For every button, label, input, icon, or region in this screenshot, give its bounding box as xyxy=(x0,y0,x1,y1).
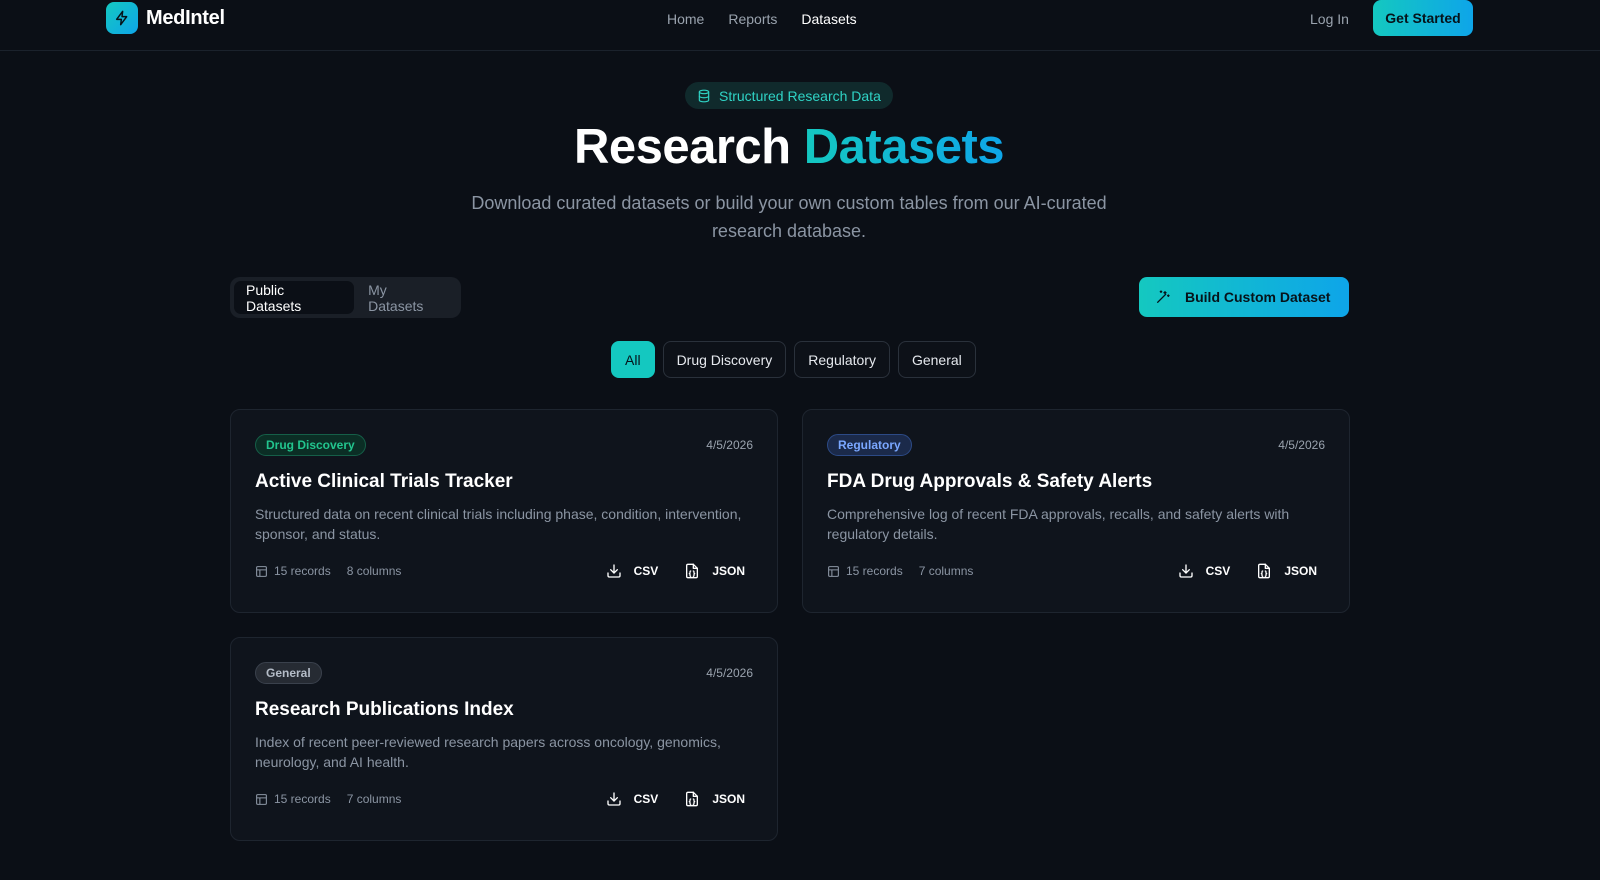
dataset-meta: 15 records 8 columns xyxy=(255,564,401,578)
build-custom-dataset-button[interactable]: Build Custom Dataset xyxy=(1139,277,1349,317)
column-count: 7 columns xyxy=(346,792,402,806)
download-csv-button[interactable]: CSV xyxy=(598,785,667,813)
build-button-label: Build Custom Dataset xyxy=(1185,289,1331,305)
table-icon xyxy=(255,793,268,806)
record-count: 15 records xyxy=(846,564,903,578)
download-json-button[interactable]: JSON xyxy=(676,557,753,585)
dataset-title: Research Publications Index xyxy=(255,699,514,720)
dataset-card[interactable]: General 4/5/2026 Research Publications I… xyxy=(230,637,778,841)
download-actions: CSV JSON xyxy=(598,785,753,813)
nav-reports[interactable]: Reports xyxy=(728,11,777,27)
json-file-icon xyxy=(684,563,700,579)
json-label: JSON xyxy=(712,564,745,578)
dataset-date: 4/5/2026 xyxy=(706,666,753,680)
category-badge: Drug Discovery xyxy=(255,434,366,456)
nav-datasets[interactable]: Datasets xyxy=(801,11,856,27)
json-label: JSON xyxy=(712,792,745,806)
json-file-icon xyxy=(1256,563,1272,579)
dataset-tabs: Public Datasets My Datasets xyxy=(230,277,461,318)
category-filters: All Drug Discovery Regulatory General xyxy=(611,341,976,378)
json-label: JSON xyxy=(1284,564,1317,578)
page-title: Research Datasets xyxy=(0,119,1578,175)
main-nav: Home Reports Datasets xyxy=(667,11,881,27)
logo-text: MedIntel xyxy=(146,6,225,29)
download-actions: CSV JSON xyxy=(1170,557,1325,585)
category-badge: Regulatory xyxy=(827,434,912,456)
column-count: 7 columns xyxy=(918,564,974,578)
filter-drug-discovery[interactable]: Drug Discovery xyxy=(662,341,787,378)
download-actions: CSV JSON xyxy=(598,557,753,585)
login-link[interactable]: Log In xyxy=(1310,11,1349,27)
title-accent: Datasets xyxy=(803,120,1005,174)
pill-label: Structured Research Data xyxy=(719,87,881,104)
dataset-title: FDA Drug Approvals & Safety Alerts xyxy=(827,471,1153,492)
dataset-meta: 15 records 7 columns xyxy=(255,792,401,806)
magic-wand-icon xyxy=(1155,289,1171,305)
tab-my-datasets[interactable]: My Datasets xyxy=(356,281,457,314)
json-file-icon xyxy=(684,791,700,807)
table-icon xyxy=(827,565,840,578)
csv-label: CSV xyxy=(633,564,659,578)
get-started-button[interactable]: Get Started xyxy=(1373,0,1473,36)
download-json-button[interactable]: JSON xyxy=(1248,557,1325,585)
column-count: 8 columns xyxy=(346,564,402,578)
dataset-description: Structured data on recent clinical trial… xyxy=(255,506,742,542)
record-count: 15 records xyxy=(274,792,331,806)
filter-regulatory[interactable]: Regulatory xyxy=(794,341,890,378)
download-json-button[interactable]: JSON xyxy=(676,785,753,813)
csv-label: CSV xyxy=(1205,564,1231,578)
dataset-card[interactable]: Regulatory 4/5/2026 FDA Drug Approvals &… xyxy=(802,409,1350,613)
csv-label: CSV xyxy=(633,792,659,806)
download-csv-button[interactable]: CSV xyxy=(1170,557,1239,585)
lightning-icon xyxy=(106,2,138,34)
category-badge: General xyxy=(255,662,322,684)
dataset-description: Comprehensive log of recent FDA approval… xyxy=(827,506,1290,542)
top-navigation-bar: MedIntel Home Reports Datasets Log In Ge… xyxy=(0,0,1600,51)
nav-home[interactable]: Home xyxy=(667,11,704,27)
download-icon xyxy=(1178,563,1194,579)
dataset-card[interactable]: Drug Discovery 4/5/2026 Active Clinical … xyxy=(230,409,778,613)
dataset-meta: 15 records 7 columns xyxy=(827,564,973,578)
download-icon xyxy=(606,791,622,807)
download-icon xyxy=(606,563,622,579)
title-plain: Research xyxy=(573,120,791,174)
record-count: 15 records xyxy=(274,564,331,578)
page-subtitle: Download curated datasets or build your … xyxy=(471,193,1107,241)
filter-general[interactable]: General xyxy=(897,341,976,378)
dataset-description: Index of recent peer-reviewed research p… xyxy=(255,734,721,770)
download-csv-button[interactable]: CSV xyxy=(598,557,667,585)
dataset-title: Active Clinical Trials Tracker xyxy=(255,471,513,492)
database-icon xyxy=(697,89,711,103)
section-pill: Structured Research Data xyxy=(685,82,893,109)
tab-public-datasets[interactable]: Public Datasets xyxy=(234,281,355,314)
dataset-date: 4/5/2026 xyxy=(706,438,753,452)
logo[interactable]: MedIntel xyxy=(106,2,225,34)
table-icon xyxy=(255,565,268,578)
dataset-date: 4/5/2026 xyxy=(1278,438,1325,452)
filter-all[interactable]: All xyxy=(611,341,655,378)
